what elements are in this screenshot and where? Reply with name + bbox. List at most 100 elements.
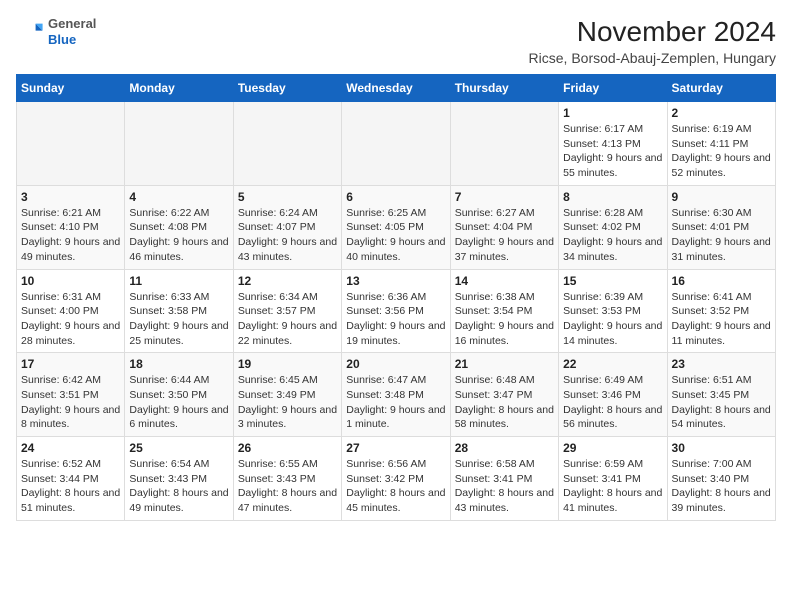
day-info: Sunrise: 6:55 AM Sunset: 3:43 PM Dayligh… bbox=[238, 457, 337, 516]
day-cell bbox=[233, 102, 341, 186]
header-day-friday: Friday bbox=[559, 75, 667, 102]
day-cell: 3Sunrise: 6:21 AM Sunset: 4:10 PM Daylig… bbox=[17, 185, 125, 269]
day-cell: 24 Sunrise: 6:52 AM Sunset: 3:44 PM Dayli… bbox=[17, 437, 125, 521]
day-number: 11 bbox=[129, 274, 228, 288]
header-row: SundayMondayTuesdayWednesdayThursdayFrid… bbox=[17, 75, 776, 102]
day-cell: 22Sunrise: 6:49 AM Sunset: 3:46 PM Dayli… bbox=[559, 353, 667, 437]
day-number: 29 bbox=[563, 441, 662, 455]
day-number: 20 bbox=[346, 357, 445, 371]
day-cell: 21Sunrise: 6:48 AM Sunset: 3:47 PM Dayli… bbox=[450, 353, 558, 437]
day-info: Sunrise: 6:27 AM Sunset: 4:04 PM Dayligh… bbox=[455, 206, 554, 265]
day-info: Sunrise: 6:38 AM Sunset: 3:54 PM Dayligh… bbox=[455, 290, 554, 349]
day-number: 19 bbox=[238, 357, 337, 371]
day-number: 24 bbox=[21, 441, 120, 455]
day-info: Sunrise: 6:45 AM Sunset: 3:49 PM Dayligh… bbox=[238, 373, 337, 432]
day-cell: 9Sunrise: 6:30 AM Sunset: 4:01 PM Daylig… bbox=[667, 185, 775, 269]
day-number: 23 bbox=[672, 357, 771, 371]
day-info: Sunrise: 6:52 AM Sunset: 3:44 PM Dayligh… bbox=[21, 457, 120, 516]
day-cell bbox=[342, 102, 450, 186]
day-cell: 26 Sunrise: 6:55 AM Sunset: 3:43 PM Dayli… bbox=[233, 437, 341, 521]
logo-text: General Blue bbox=[48, 16, 96, 47]
header-day-saturday: Saturday bbox=[667, 75, 775, 102]
day-cell: 19 Sunrise: 6:45 AM Sunset: 3:49 PM Dayli… bbox=[233, 353, 341, 437]
header-day-wednesday: Wednesday bbox=[342, 75, 450, 102]
day-cell: 30Sunrise: 7:00 AM Sunset: 3:40 PM Dayli… bbox=[667, 437, 775, 521]
day-cell: 6 Sunrise: 6:25 AM Sunset: 4:05 PM Daylig… bbox=[342, 185, 450, 269]
day-cell: 23 Sunrise: 6:51 AM Sunset: 3:45 PM Dayli… bbox=[667, 353, 775, 437]
calendar: SundayMondayTuesdayWednesdayThursdayFrid… bbox=[16, 74, 776, 521]
title-area: November 2024 Ricse, Borsod-Abauj-Zemple… bbox=[529, 16, 776, 66]
day-info: Sunrise: 6:21 AM Sunset: 4:10 PM Dayligh… bbox=[21, 206, 120, 265]
logo-general-text: General bbox=[48, 16, 96, 32]
day-info: Sunrise: 6:42 AM Sunset: 3:51 PM Dayligh… bbox=[21, 373, 120, 432]
week-row-3: 10 Sunrise: 6:31 AM Sunset: 4:00 PM Dayli… bbox=[17, 269, 776, 353]
day-cell: 10 Sunrise: 6:31 AM Sunset: 4:00 PM Dayli… bbox=[17, 269, 125, 353]
day-info: Sunrise: 6:33 AM Sunset: 3:58 PM Dayligh… bbox=[129, 290, 228, 349]
day-number: 12 bbox=[238, 274, 337, 288]
day-info: Sunrise: 6:59 AM Sunset: 3:41 PM Dayligh… bbox=[563, 457, 662, 516]
day-number: 5 bbox=[238, 190, 337, 204]
day-cell: 4 Sunrise: 6:22 AM Sunset: 4:08 PM Daylig… bbox=[125, 185, 233, 269]
day-info: Sunrise: 6:31 AM Sunset: 4:00 PM Dayligh… bbox=[21, 290, 120, 349]
week-row-5: 24 Sunrise: 6:52 AM Sunset: 3:44 PM Dayli… bbox=[17, 437, 776, 521]
day-number: 22 bbox=[563, 357, 662, 371]
logo-icon bbox=[16, 18, 44, 46]
day-number: 27 bbox=[346, 441, 445, 455]
header-day-thursday: Thursday bbox=[450, 75, 558, 102]
day-cell: 18Sunrise: 6:44 AM Sunset: 3:50 PM Dayli… bbox=[125, 353, 233, 437]
day-number: 1 bbox=[563, 106, 662, 120]
day-info: Sunrise: 6:36 AM Sunset: 3:56 PM Dayligh… bbox=[346, 290, 445, 349]
day-cell: 12Sunrise: 6:34 AM Sunset: 3:57 PM Dayli… bbox=[233, 269, 341, 353]
subtitle: Ricse, Borsod-Abauj-Zemplen, Hungary bbox=[529, 50, 776, 66]
day-cell: 2Sunrise: 6:19 AM Sunset: 4:11 PM Daylig… bbox=[667, 102, 775, 186]
week-row-1: 1Sunrise: 6:17 AM Sunset: 4:13 PM Daylig… bbox=[17, 102, 776, 186]
day-number: 17 bbox=[21, 357, 120, 371]
week-row-2: 3Sunrise: 6:21 AM Sunset: 4:10 PM Daylig… bbox=[17, 185, 776, 269]
day-cell: 7 Sunrise: 6:27 AM Sunset: 4:04 PM Daylig… bbox=[450, 185, 558, 269]
day-cell bbox=[450, 102, 558, 186]
day-number: 15 bbox=[563, 274, 662, 288]
day-number: 9 bbox=[672, 190, 771, 204]
day-number: 4 bbox=[129, 190, 228, 204]
day-number: 8 bbox=[563, 190, 662, 204]
logo: General Blue bbox=[16, 16, 96, 47]
day-info: Sunrise: 6:47 AM Sunset: 3:48 PM Dayligh… bbox=[346, 373, 445, 432]
calendar-body: 1Sunrise: 6:17 AM Sunset: 4:13 PM Daylig… bbox=[17, 102, 776, 521]
day-cell: 29 Sunrise: 6:59 AM Sunset: 3:41 PM Dayli… bbox=[559, 437, 667, 521]
day-cell: 28Sunrise: 6:58 AM Sunset: 3:41 PM Dayli… bbox=[450, 437, 558, 521]
day-info: Sunrise: 6:25 AM Sunset: 4:05 PM Dayligh… bbox=[346, 206, 445, 265]
day-info: Sunrise: 6:41 AM Sunset: 3:52 PM Dayligh… bbox=[672, 290, 771, 349]
day-info: Sunrise: 6:54 AM Sunset: 3:43 PM Dayligh… bbox=[129, 457, 228, 516]
day-number: 6 bbox=[346, 190, 445, 204]
day-cell: 11 Sunrise: 6:33 AM Sunset: 3:58 PM Dayli… bbox=[125, 269, 233, 353]
day-info: Sunrise: 6:22 AM Sunset: 4:08 PM Dayligh… bbox=[129, 206, 228, 265]
day-cell: 13 Sunrise: 6:36 AM Sunset: 3:56 PM Dayli… bbox=[342, 269, 450, 353]
day-cell: 25 Sunrise: 6:54 AM Sunset: 3:43 PM Dayli… bbox=[125, 437, 233, 521]
header-day-tuesday: Tuesday bbox=[233, 75, 341, 102]
day-cell: 5 Sunrise: 6:24 AM Sunset: 4:07 PM Daylig… bbox=[233, 185, 341, 269]
day-number: 13 bbox=[346, 274, 445, 288]
day-info: Sunrise: 6:51 AM Sunset: 3:45 PM Dayligh… bbox=[672, 373, 771, 432]
day-cell: 14 Sunrise: 6:38 AM Sunset: 3:54 PM Dayli… bbox=[450, 269, 558, 353]
header: General Blue November 2024 Ricse, Borsod… bbox=[16, 16, 776, 66]
day-info: Sunrise: 6:44 AM Sunset: 3:50 PM Dayligh… bbox=[129, 373, 228, 432]
day-number: 10 bbox=[21, 274, 120, 288]
day-number: 26 bbox=[238, 441, 337, 455]
day-cell bbox=[17, 102, 125, 186]
day-number: 25 bbox=[129, 441, 228, 455]
day-cell: 15 Sunrise: 6:39 AM Sunset: 3:53 PM Dayli… bbox=[559, 269, 667, 353]
day-info: Sunrise: 6:19 AM Sunset: 4:11 PM Dayligh… bbox=[672, 122, 771, 181]
day-info: Sunrise: 7:00 AM Sunset: 3:40 PM Dayligh… bbox=[672, 457, 771, 516]
day-number: 7 bbox=[455, 190, 554, 204]
calendar-header: SundayMondayTuesdayWednesdayThursdayFrid… bbox=[17, 75, 776, 102]
week-row-4: 17 Sunrise: 6:42 AM Sunset: 3:51 PM Dayli… bbox=[17, 353, 776, 437]
day-info: Sunrise: 6:24 AM Sunset: 4:07 PM Dayligh… bbox=[238, 206, 337, 265]
day-cell: 1Sunrise: 6:17 AM Sunset: 4:13 PM Daylig… bbox=[559, 102, 667, 186]
page-title: November 2024 bbox=[529, 16, 776, 48]
day-cell bbox=[125, 102, 233, 186]
day-number: 14 bbox=[455, 274, 554, 288]
logo-blue-text: Blue bbox=[48, 32, 96, 48]
day-info: Sunrise: 6:58 AM Sunset: 3:41 PM Dayligh… bbox=[455, 457, 554, 516]
day-info: Sunrise: 6:39 AM Sunset: 3:53 PM Dayligh… bbox=[563, 290, 662, 349]
day-number: 16 bbox=[672, 274, 771, 288]
